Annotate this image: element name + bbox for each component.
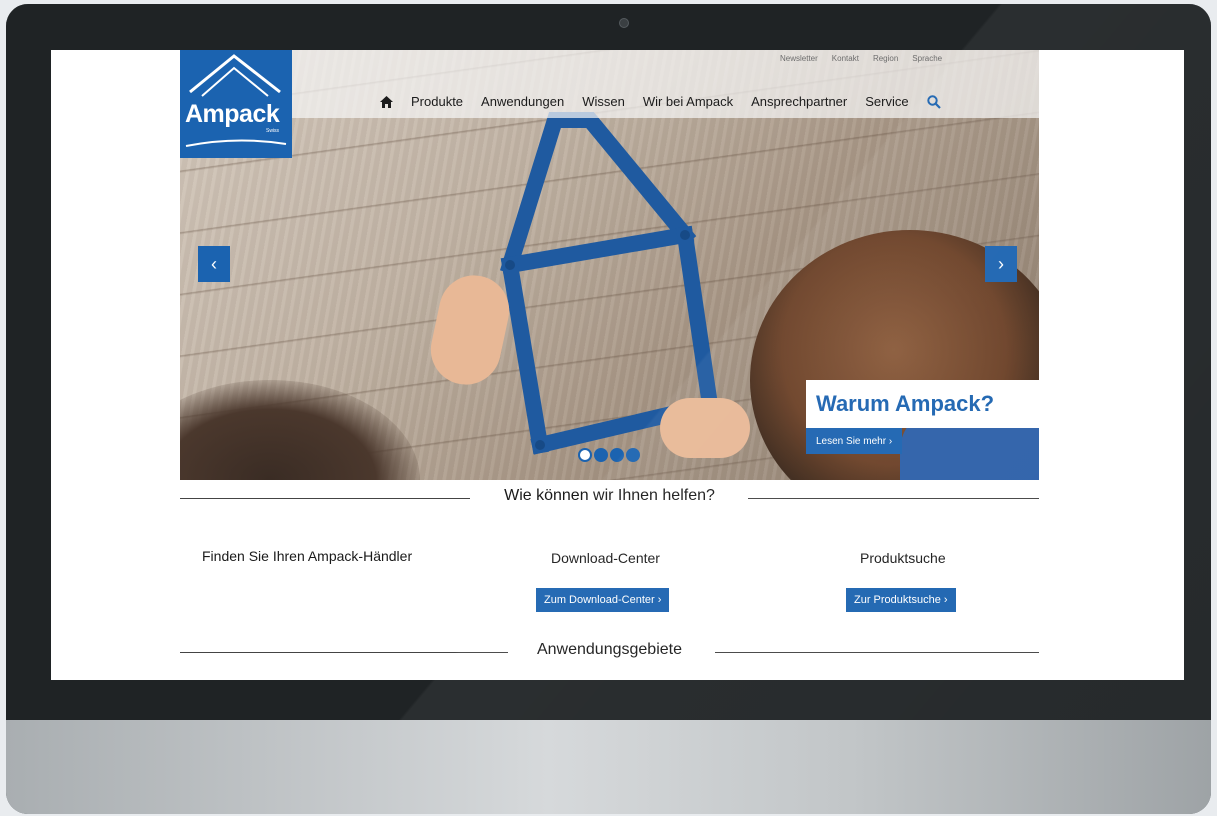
promo-box: Warum Ampack? xyxy=(806,380,1039,428)
util-link-newsletter[interactable]: Newsletter xyxy=(780,54,818,63)
logo-wordmark: Ampack xyxy=(185,100,280,128)
download-center-title: Download-Center xyxy=(551,550,660,566)
home-icon[interactable] xyxy=(380,95,393,108)
roof-logo-icon xyxy=(189,54,281,97)
hero-slider: Ampack Swiss Newsletter Kontakt Region S… xyxy=(180,50,1039,480)
website: Ampack Swiss Newsletter Kontakt Region S… xyxy=(180,50,1039,680)
search-icon[interactable] xyxy=(926,94,941,109)
nav-item-ansprechpartner[interactable]: Ansprechpartner xyxy=(751,94,847,109)
read-more-button[interactable]: Lesen Sie mehr › xyxy=(806,428,903,454)
hero-hand-right xyxy=(660,398,750,458)
nav-item-service[interactable]: Service xyxy=(865,94,908,109)
monitor-chin xyxy=(6,720,1211,814)
download-center-button[interactable]: Zum Download-Center › xyxy=(536,588,670,612)
slider-dot[interactable] xyxy=(578,448,592,462)
slider-dot[interactable] xyxy=(610,448,624,462)
areas-heading: Anwendungsgebiete xyxy=(180,640,1039,664)
monitor-frame: Ampack Swiss Newsletter Kontakt Region S… xyxy=(6,4,1211,814)
nav-item-anwendungen[interactable]: Anwendungen xyxy=(481,94,564,109)
slider-dot[interactable] xyxy=(594,448,608,462)
help-heading: Wie können wir Ihnen helfen? xyxy=(180,486,1039,510)
slider-dot[interactable] xyxy=(626,448,640,462)
product-search-title: Produktsuche xyxy=(860,550,946,566)
nav-item-wissen[interactable]: Wissen xyxy=(582,94,625,109)
dealer-title[interactable]: Finden Sie Ihren Ampack-Händler xyxy=(202,548,412,564)
nav-item-wir-bei-ampack[interactable]: Wir bei Ampack xyxy=(643,94,733,109)
slider-prev-button[interactable]: ‹ xyxy=(198,246,230,282)
areas-heading-text: Anwendungsgebiete xyxy=(536,641,682,658)
divider-line xyxy=(748,498,1039,499)
logo-swoosh-icon xyxy=(185,139,287,147)
camera-icon xyxy=(619,18,629,28)
util-link-region[interactable]: Region xyxy=(873,54,898,63)
main-nav: Produkte Anwendungen Wissen Wir bei Ampa… xyxy=(380,94,941,109)
logo-subtitle: Swiss xyxy=(266,128,280,134)
nav-item-produkte[interactable]: Produkte xyxy=(411,94,463,109)
util-link-kontakt[interactable]: Kontakt xyxy=(832,54,859,63)
product-search-button[interactable]: Zur Produktsuche › xyxy=(846,588,956,612)
slider-dots xyxy=(578,448,640,462)
ampack-logo[interactable]: Ampack Swiss xyxy=(180,50,292,158)
util-link-sprache[interactable]: Sprache xyxy=(912,54,942,63)
browser-screen: Ampack Swiss Newsletter Kontakt Region S… xyxy=(51,50,1184,680)
promo-title: Warum Ampack? xyxy=(816,391,995,416)
help-heading-text: Wie können wir Ihnen helfen? xyxy=(504,487,715,504)
divider-line xyxy=(715,652,1039,653)
utility-nav: Newsletter Kontakt Region Sprache xyxy=(780,54,942,63)
slider-next-button[interactable]: › xyxy=(985,246,1017,282)
